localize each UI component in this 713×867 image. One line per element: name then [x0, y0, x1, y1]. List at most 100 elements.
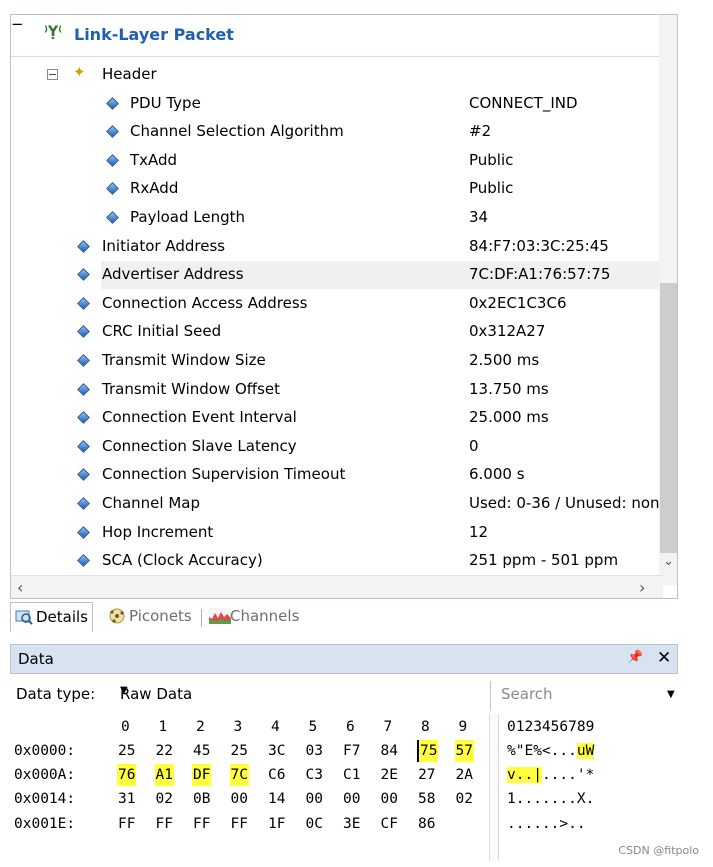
hex-byte[interactable]: C1 [342, 764, 361, 786]
hex-byte[interactable]: FF [117, 813, 136, 835]
header-row[interactable]: − ✦ Header [11, 61, 659, 89]
tree-row[interactable]: PDU Type CONNECT_IND [11, 90, 659, 118]
hex-byte[interactable]: FF [230, 813, 249, 835]
tree-row[interactable]: RxAdd Public [11, 175, 659, 203]
scroll-left-icon[interactable]: ‹ [17, 580, 23, 596]
hex-byte[interactable]: 0C [305, 813, 324, 835]
hex-offset: 0x0014: [14, 791, 76, 808]
packet-tree: − ⁾Ỵ⁽ Link-Layer Packet − ✦ Header PDU T… [10, 14, 678, 599]
hex-byte[interactable]: 00 [342, 788, 361, 810]
vertical-scroll-thumb[interactable] [660, 283, 677, 553]
hex-byte[interactable]: 2A [455, 764, 474, 786]
tree-row[interactable]: Connection Slave Latency 0 [11, 433, 659, 461]
ascii-row[interactable]: 1.......X. [507, 788, 594, 810]
search-dropdown-icon[interactable]: ▼ [667, 689, 675, 700]
ascii-text: 1.......X. [507, 791, 595, 808]
hex-byte[interactable]: 75 [417, 740, 439, 762]
hex-byte[interactable]: CF [380, 813, 399, 835]
tree-vertical-scrollbar[interactable]: ⌄ [659, 15, 677, 585]
ascii-char: . [568, 767, 577, 784]
tree-horizontal-scrollbar[interactable]: ‹ › [11, 575, 663, 598]
tree-row[interactable]: Transmit Window Offset 13.750 ms [11, 376, 659, 404]
hex-byte[interactable]: C3 [305, 764, 324, 786]
data-type-select[interactable]: Raw Data ▼ [118, 681, 330, 711]
hex-byte[interactable]: FF [192, 813, 211, 835]
hex-byte[interactable]: 3C [267, 740, 286, 762]
hex-view[interactable]: 0 1 2 3 4 5 6 7 8 9 0123456789 0x0000: 25 22 45 25 3C 03 F… [10, 714, 678, 861]
tree-row[interactable]: Initiator Address 84:F7:03:3C:25:45 [11, 233, 659, 261]
tree-row[interactable]: Connection Event Interval 25.000 ms [11, 404, 659, 432]
hex-byte[interactable]: 00 [380, 788, 399, 810]
close-icon[interactable]: ✕ [657, 648, 671, 668]
collapse-header-icon[interactable]: − [47, 69, 58, 80]
hex-byte[interactable]: 22 [155, 740, 174, 762]
tree-row[interactable]: Connection Supervision Timeout 6.000 s [11, 461, 659, 489]
hex-byte[interactable]: 57 [454, 740, 474, 762]
hex-byte[interactable]: DF [192, 764, 212, 787]
tree-row[interactable]: Channel Selection Algorithm #2 [11, 118, 659, 146]
field-value: 84:F7:03:3C:25:45 [469, 236, 609, 255]
tree-row[interactable]: SCA (Clock Accuracy) 251 ppm - 501 ppm [11, 547, 659, 575]
hex-column-header: 9 [458, 719, 468, 735]
search-input[interactable]: Search ▼ [490, 681, 678, 711]
collapse-root-icon[interactable]: − [11, 15, 24, 33]
tree-row[interactable]: Hop Increment 12 [11, 519, 659, 547]
hex-byte[interactable]: 45 [192, 740, 211, 762]
tree-row[interactable]: Connection Access Address 0x2EC1C3C6 [11, 290, 659, 318]
root-row[interactable]: − ⁾Ỵ⁽ Link-Layer Packet [11, 15, 659, 57]
hex-byte[interactable]: C6 [267, 764, 286, 786]
hex-byte[interactable]: 14 [267, 788, 286, 810]
hex-byte[interactable]: 31 [117, 788, 136, 810]
hex-byte[interactable]: 25 [117, 740, 136, 762]
ascii-text: ......>.. [507, 815, 586, 832]
tab-piconets-label: Piconets [129, 607, 192, 625]
hex-byte[interactable]: 0B [192, 788, 211, 810]
tree-row[interactable]: Channel Map Used: 0-36 / Unused: non [11, 490, 660, 518]
tab-piconets[interactable]: Piconets [104, 602, 196, 632]
tree-row[interactable]: TxAdd Public [11, 147, 659, 175]
field-value: Public [469, 179, 514, 198]
tree-row[interactable]: CRC Initial Seed 0x312A27 [11, 318, 659, 346]
hex-column-header: 4 [271, 719, 280, 735]
hex-offset: 0x0000: [14, 743, 76, 759]
hex-byte[interactable]: 58 [417, 788, 436, 810]
hex-column-header: 6 [346, 719, 355, 735]
hex-byte[interactable]: 1F [267, 813, 286, 835]
tree-row-selected[interactable]: Advertiser Address 7C:DF:A1:76:57:75 [77, 261, 659, 290]
hex-byte[interactable]: 84 [380, 740, 399, 762]
search-placeholder: Search [501, 685, 553, 703]
ascii-row[interactable]: v..|....'* [507, 764, 594, 786]
magnifier-icon [15, 609, 33, 625]
hex-byte[interactable]: 00 [230, 788, 249, 810]
chevron-down-icon[interactable]: ▼ [120, 685, 128, 696]
tab-details[interactable]: Details [10, 602, 94, 632]
hex-byte[interactable]: 3E [342, 813, 361, 835]
hex-byte[interactable]: 02 [155, 788, 174, 810]
scroll-right-icon[interactable]: › [639, 580, 645, 596]
hex-byte[interactable]: 7C [229, 764, 249, 787]
field-value: Used: 0-36 / Unused: non [469, 494, 660, 512]
ascii-text: v..|....'* [507, 767, 594, 784]
hex-byte[interactable]: 2E [380, 764, 399, 786]
hex-byte[interactable]: A1 [154, 764, 174, 787]
hex-byte[interactable]: 76 [117, 764, 137, 787]
ascii-column-header: 0123456789 [507, 719, 595, 735]
hex-byte[interactable]: 00 [305, 788, 324, 810]
hex-byte[interactable]: 86 [417, 813, 436, 835]
hex-byte[interactable]: 03 [305, 740, 324, 762]
pin-icon[interactable]: 📌 [627, 650, 643, 665]
hex-byte[interactable]: F7 [342, 740, 361, 762]
hex-byte[interactable]: 02 [455, 788, 474, 810]
tree-row[interactable]: Payload Length 34 [11, 204, 659, 232]
field-value: 0x2EC1C3C6 [469, 293, 567, 312]
scroll-down-icon[interactable]: ⌄ [663, 555, 674, 568]
hex-byte[interactable]: 27 [417, 764, 436, 786]
hex-byte[interactable]: 25 [230, 740, 249, 762]
hex-byte[interactable]: FF [155, 813, 174, 835]
tab-channels[interactable]: Channels [205, 602, 303, 632]
field-value: 12 [469, 522, 489, 541]
ascii-row[interactable]: %"E%<...uW [507, 740, 595, 762]
ascii-row[interactable]: ......>.. [507, 813, 586, 835]
tree-row[interactable]: Transmit Window Size 2.500 ms [11, 347, 659, 375]
field-icon [77, 268, 90, 282]
